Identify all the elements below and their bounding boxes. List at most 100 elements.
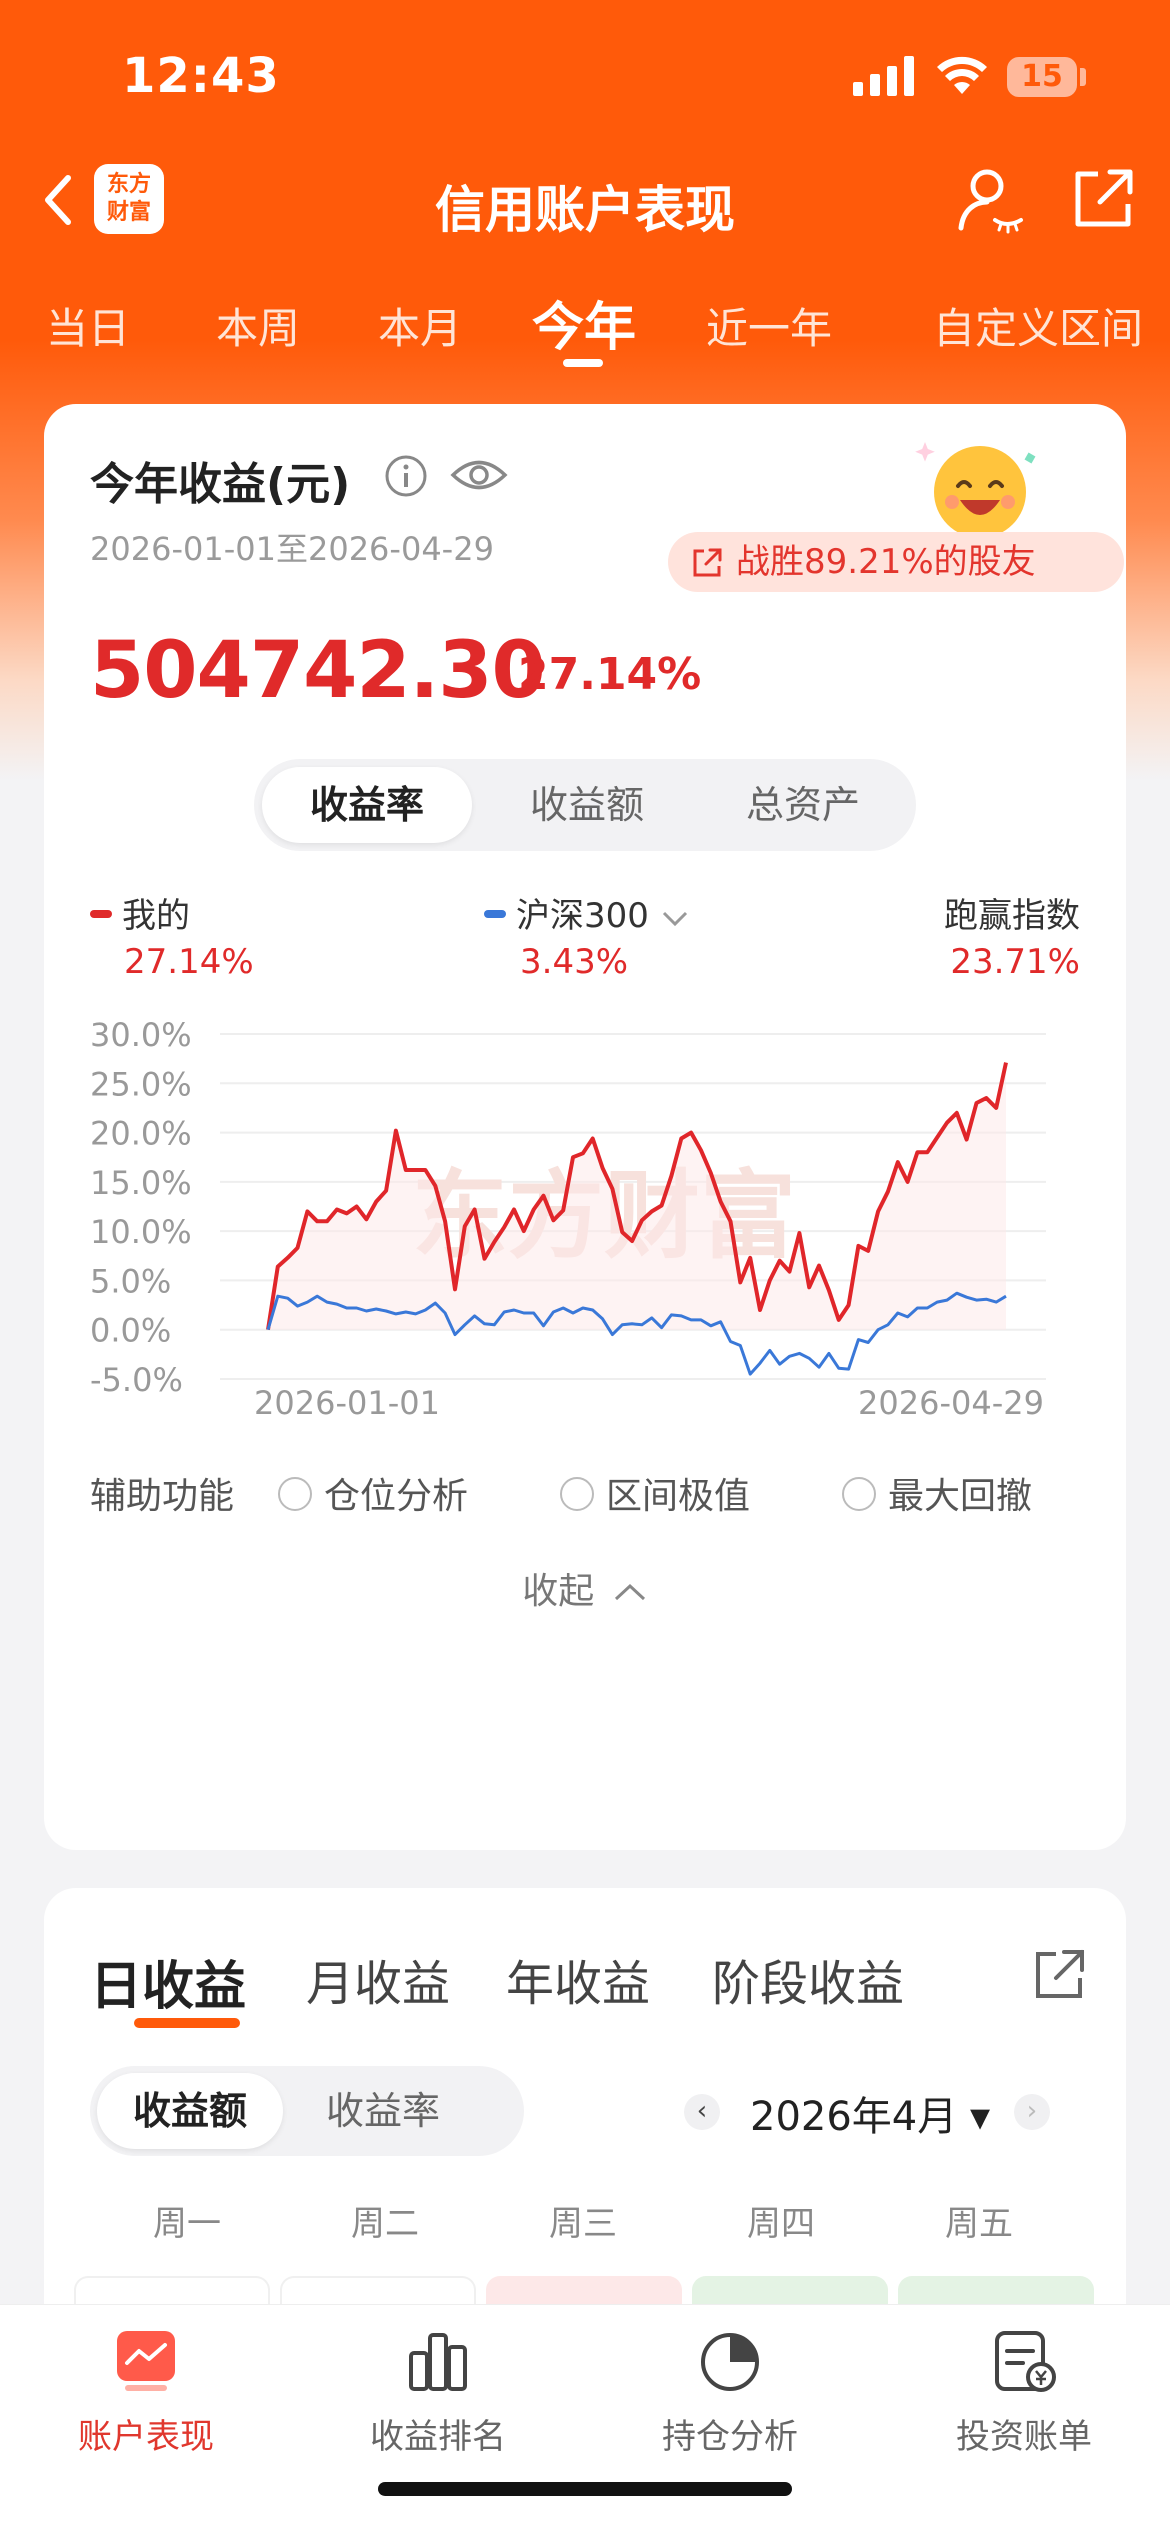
rank-text: 战胜89.21%的股友 xyxy=(736,542,1036,582)
bill-icon xyxy=(995,2331,1056,2392)
month-selector[interactable]: 2026年4月 ▾ xyxy=(750,2084,990,2142)
earnings-percent: 27.14% xyxy=(518,649,702,700)
income-tab-indicator xyxy=(134,2018,240,2028)
tab-this-year[interactable]: 今年 xyxy=(532,285,636,360)
aux-opt-1-label: 仓位分析 xyxy=(324,1476,469,1517)
bar-chart-icon xyxy=(409,2333,467,2391)
toggle-total-assets[interactable]: 总资产 xyxy=(698,767,908,843)
eye-icon[interactable] xyxy=(449,450,509,500)
aux-position-analysis[interactable]: 仓位分析 xyxy=(278,1467,468,1519)
tab-yearly-income[interactable]: 年收益 xyxy=(506,1944,650,2014)
toggle-yield-rate[interactable]: 收益率 xyxy=(262,767,472,843)
radio-range-extremes[interactable] xyxy=(560,1477,594,1511)
tab-stage-income[interactable]: 阶段收益 xyxy=(712,1944,904,2014)
active-tab-indicator xyxy=(563,359,603,367)
status-bar: 12:43 15 xyxy=(0,0,1170,150)
weekday-wed: 周三 xyxy=(549,2204,617,2244)
legend-mine-swatch xyxy=(90,909,112,918)
aux-opt-2-label: 区间极值 xyxy=(606,1476,751,1517)
pie-chart-icon xyxy=(701,2333,759,2391)
radio-max-drawdown[interactable] xyxy=(842,1477,876,1511)
aux-max-drawdown[interactable]: 最大回撤 xyxy=(842,1467,1032,1519)
tab-this-month[interactable]: 本月 xyxy=(378,295,462,356)
collapse-button[interactable]: 收起 xyxy=(44,1562,1126,1614)
tab-last-year[interactable]: 近一年 xyxy=(706,295,832,356)
legend-index-swatch xyxy=(484,909,506,918)
weekday-tue: 周二 xyxy=(351,2204,419,2244)
wifi-icon xyxy=(937,56,987,94)
date-range: 2026-01-01至2026-04-29 xyxy=(90,530,494,568)
legend-mine-label: 我的 xyxy=(122,896,190,936)
battery-level: 15 xyxy=(1007,57,1077,97)
earnings-title: 今年收益(元) xyxy=(90,459,351,510)
weekday-thu: 周四 xyxy=(747,2204,815,2244)
toggle-income-amount[interactable]: 收益额 xyxy=(97,2073,283,2149)
tab-monthly-income[interactable]: 月收益 xyxy=(306,1944,450,2014)
bottom-nav: 账户表现 收益排名 持仓分析 投资账单 xyxy=(0,2304,1170,2532)
prev-month-button[interactable]: ‹ xyxy=(684,2094,720,2130)
y-tick-label: -5.0% xyxy=(90,1361,183,1399)
nav-bar: 东方 财富 信用账户表现 xyxy=(0,150,1170,250)
status-time: 12:43 xyxy=(122,48,280,104)
nav-label: 账户表现 xyxy=(78,2417,214,2457)
tab-this-week[interactable]: 本周 xyxy=(216,295,300,356)
aux-range-extremes[interactable]: 区间极值 xyxy=(560,1467,750,1519)
nav-investment-bill[interactable]: 投资账单 xyxy=(924,2325,1124,2458)
y-tick-label: 25.0% xyxy=(90,1065,192,1103)
nav-earnings-ranking[interactable]: 收益排名 xyxy=(338,2325,538,2458)
legend-mine-value: 27.14% xyxy=(124,942,254,982)
aux-opt-3-label: 最大回撤 xyxy=(888,1476,1033,1517)
nav-holdings-analysis[interactable]: 持仓分析 xyxy=(630,2325,830,2458)
export-icon[interactable] xyxy=(1030,1946,1088,2004)
y-tick-label: 0.0% xyxy=(90,1312,171,1350)
weekday-mon: 周一 xyxy=(153,2204,221,2244)
income-toggle: 收益额 收益率 xyxy=(90,2066,524,2156)
aux-label: 辅助功能 xyxy=(90,1476,235,1517)
user-privacy-icon[interactable] xyxy=(955,164,1025,234)
yearly-performance-card: 今年收益(元) 2026-01-01至2026-04-29 战胜89.21%的股… xyxy=(44,404,1126,1850)
chevron-down-icon xyxy=(662,911,687,926)
battery-tip xyxy=(1080,68,1086,86)
tab-today[interactable]: 当日 xyxy=(46,295,130,356)
radio-position-analysis[interactable] xyxy=(278,1477,312,1511)
next-month-button[interactable]: › xyxy=(1014,2094,1050,2130)
legend-index-value: 3.43% xyxy=(520,942,629,982)
performance-chart-icon xyxy=(117,2331,175,2391)
nav-label: 收益排名 xyxy=(370,2417,506,2457)
legend-beat-index-value: 23.71% xyxy=(950,942,1080,982)
legend-beat-index-label: 跑赢指数 xyxy=(944,896,1080,936)
toggle-income-rate[interactable]: 收益率 xyxy=(290,2073,476,2149)
month-label: 2026年4月 xyxy=(750,2094,958,2140)
home-indicator xyxy=(378,2482,792,2496)
toggle-yield-amount[interactable]: 收益额 xyxy=(482,767,692,843)
weekday-fri: 周五 xyxy=(945,2204,1013,2244)
legend-index[interactable]: 沪深300 xyxy=(484,888,690,937)
legend-index-label: 沪深300 xyxy=(516,896,649,936)
happy-face-emoji-icon xyxy=(915,442,1036,538)
app-screen: 12:43 15 东方 财富 信用账户表现 当日 本周 本月 今年 近一年 自定… xyxy=(0,0,1170,2532)
y-tick-label: 30.0% xyxy=(90,1016,192,1054)
x-start-label: 2026-01-01 xyxy=(254,1384,440,1422)
rank-badge[interactable]: 战胜89.21%的股友 xyxy=(668,532,1124,592)
nav-account-performance[interactable]: 账户表现 xyxy=(46,2325,246,2458)
nav-label: 投资账单 xyxy=(956,2417,1092,2457)
x-end-label: 2026-04-29 xyxy=(858,1384,1044,1422)
info-icon[interactable] xyxy=(384,454,428,498)
nav-label: 持仓分析 xyxy=(662,2417,798,2457)
earnings-amount: 504742.30 xyxy=(90,626,546,716)
y-tick-label: 20.0% xyxy=(90,1115,192,1153)
chevron-up-icon xyxy=(614,1583,645,1601)
collapse-label: 收起 xyxy=(522,1571,595,1612)
chart-metric-toggle: 收益率 收益额 总资产 xyxy=(254,759,916,851)
y-tick-label: 15.0% xyxy=(90,1164,192,1202)
period-tabs: 当日 本周 本月 今年 近一年 自定义区间 xyxy=(0,285,1170,375)
y-tick-label: 10.0% xyxy=(90,1213,192,1251)
tab-custom-range[interactable]: 自定义区间 xyxy=(933,295,1143,356)
share-icon[interactable] xyxy=(1068,164,1138,234)
share-small-icon xyxy=(693,548,722,577)
tab-daily-income[interactable]: 日收益 xyxy=(90,1944,246,2019)
cellular-signal-icon xyxy=(853,56,915,96)
yield-line-chart[interactable]: 30.0%25.0%20.0%15.0%10.0%5.0%0.0%-5.0%东方… xyxy=(44,1004,1126,1424)
legend-mine: 我的 xyxy=(90,888,190,937)
y-tick-label: 5.0% xyxy=(90,1262,171,1300)
